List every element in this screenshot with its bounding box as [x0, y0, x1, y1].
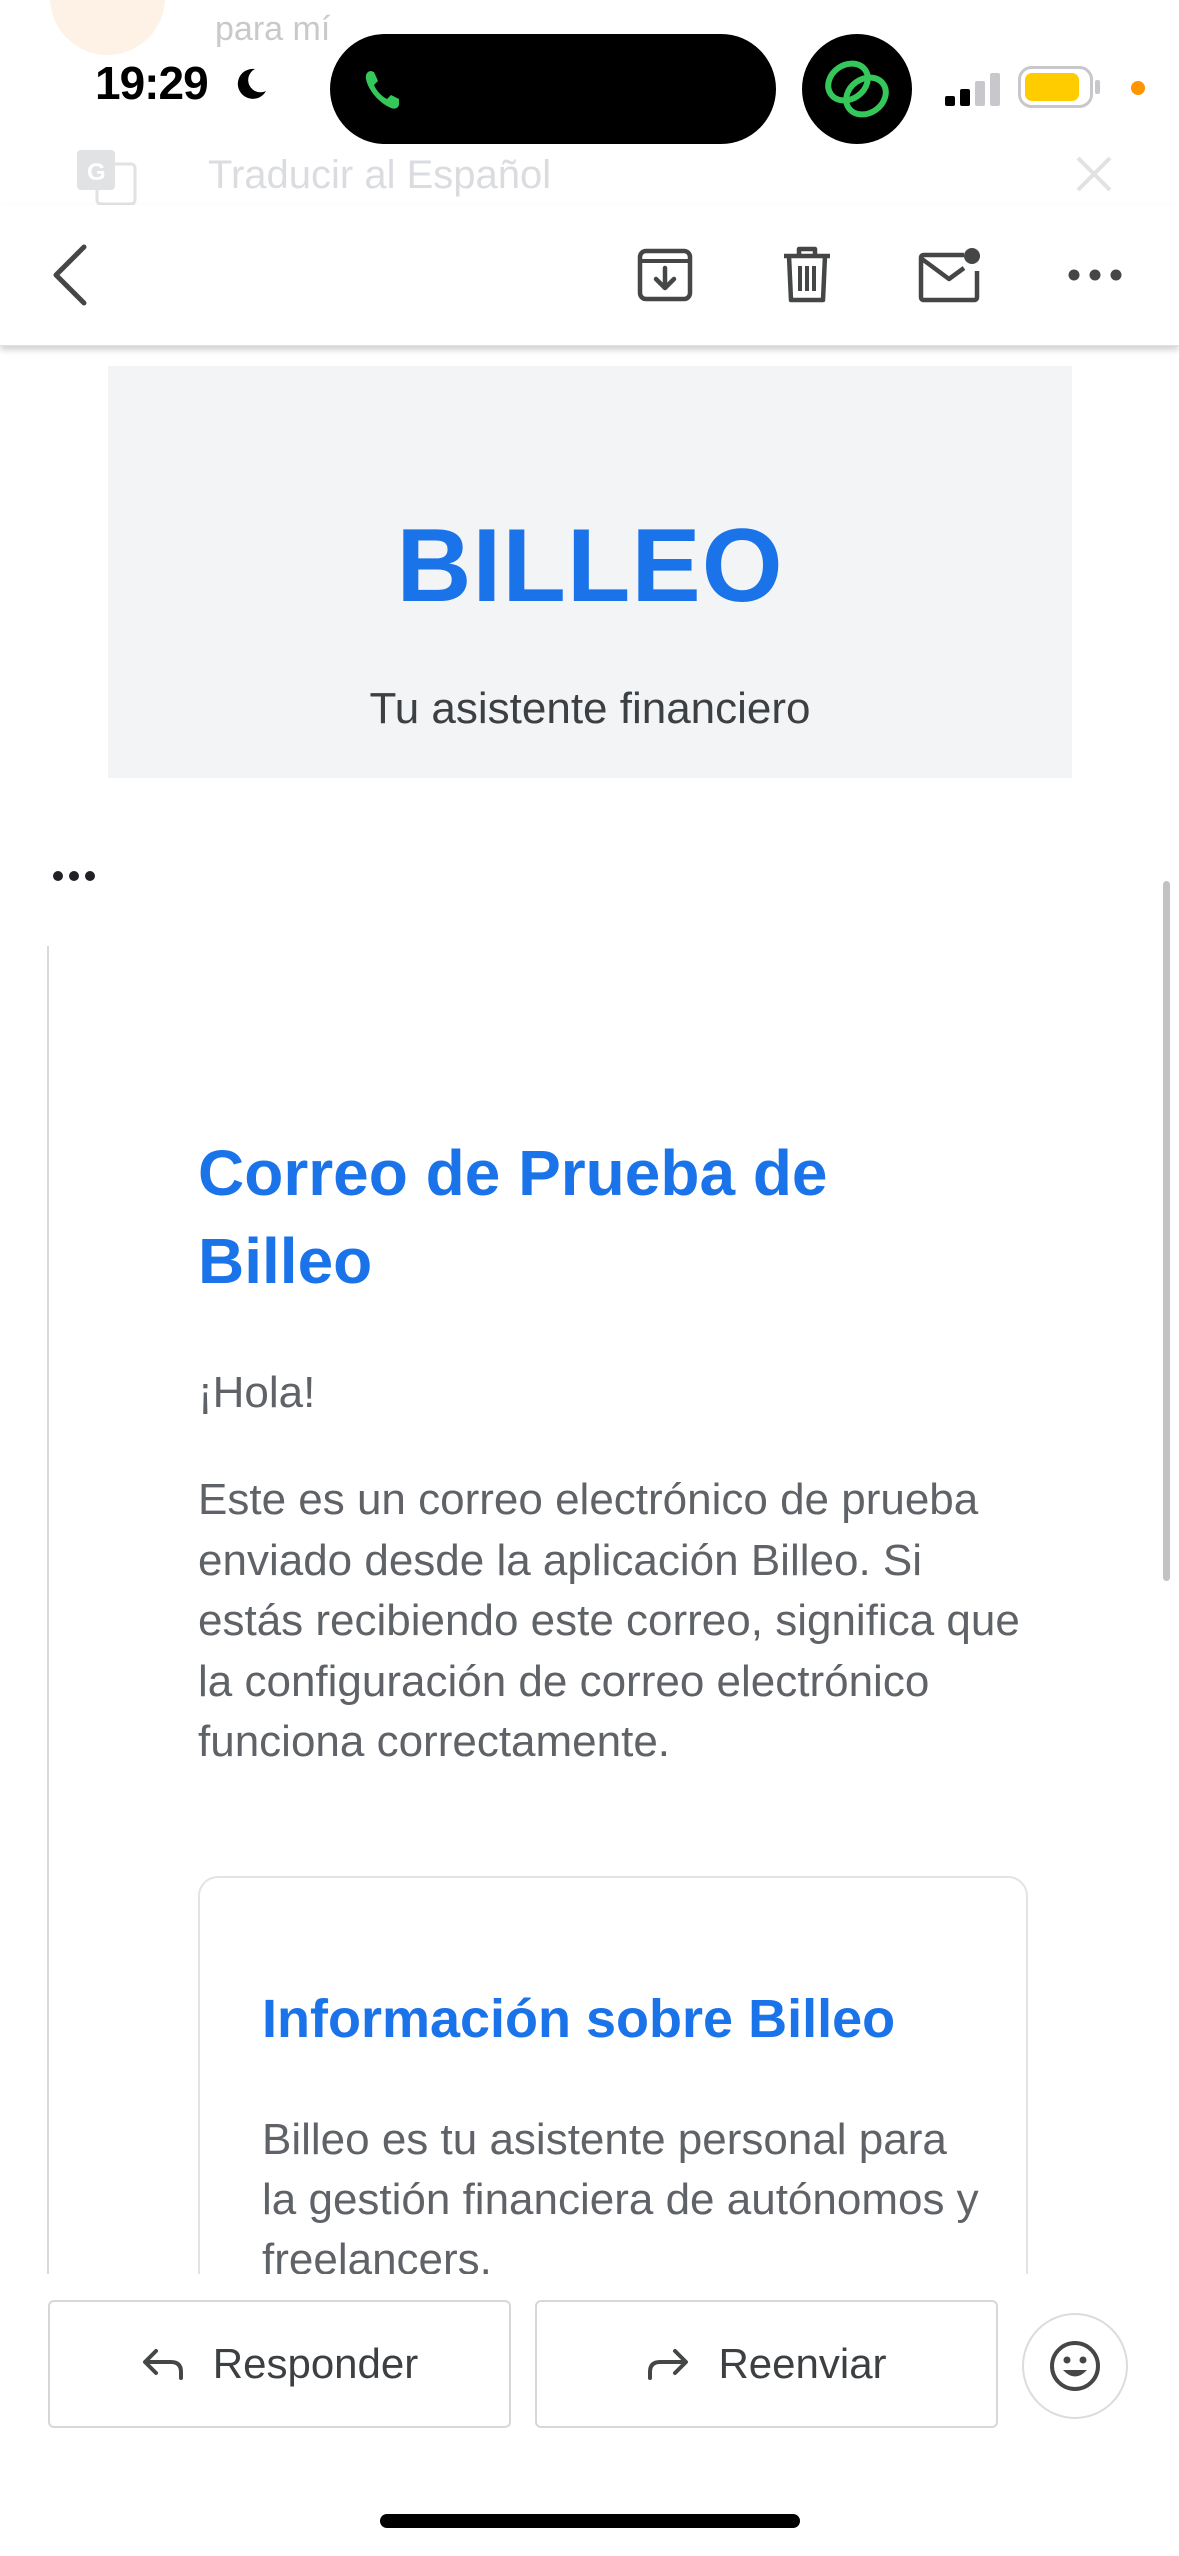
status-bar: para mí 19:29: [0, 0, 1179, 150]
forward-arrow-icon: [648, 2349, 689, 2380]
reply-button[interactable]: Responder: [48, 2300, 511, 2428]
trash-icon: [784, 246, 830, 303]
emoji-reaction-button[interactable]: [1022, 2313, 1128, 2419]
mail-unread-icon: [918, 248, 980, 303]
more-horizontal-icon: [1068, 269, 1122, 281]
brand-logo-text: BILLEO: [396, 508, 784, 624]
scrollbar-thumb[interactable]: [1163, 881, 1170, 1581]
email-brand-header: BILLEO Tu asistente financiero: [108, 366, 1072, 778]
recipient-peek-text: para mí: [215, 10, 331, 48]
mark-unread-button[interactable]: [910, 205, 990, 345]
close-icon[interactable]: [1072, 152, 1116, 196]
translate-banner[interactable]: [0, 145, 1179, 205]
email-body-paragraph: Este es un correo electrónico de prueba …: [198, 1475, 1020, 1766]
archive-icon: [637, 248, 693, 302]
sender-avatar: [50, 0, 165, 55]
svg-text:G: G: [87, 159, 106, 186]
link-rings-icon: [825, 60, 889, 118]
back-button[interactable]: [30, 205, 110, 345]
phone-call-icon: [365, 71, 399, 109]
translate-banner-label[interactable]: Traducir al Español: [208, 153, 551, 198]
status-time: 19:29: [95, 57, 209, 109]
info-card-text: Billeo es tu asistente personal para la …: [262, 2115, 979, 2274]
more-button[interactable]: [1055, 205, 1135, 345]
google-translate-icon: G: [77, 150, 137, 206]
reply-button-label: Responder: [212, 2340, 419, 2387]
privacy-indicator-dot: [1131, 81, 1145, 95]
quoted-content-divider: [47, 946, 49, 2274]
emoji-smile-icon: [1050, 2341, 1100, 2391]
email-heading: Correo de Prueba de Billeo: [198, 1137, 828, 1297]
brand-tagline: Tu asistente financiero: [369, 684, 811, 733]
battery-icon: [1018, 66, 1100, 108]
show-trimmed-content-icon[interactable]: [50, 861, 110, 891]
email-body[interactable]: BILLEO Tu asistente financiero Correo de…: [0, 346, 1179, 2274]
info-card-title: Información sobre Billeo: [262, 1989, 896, 2049]
moon-icon: [237, 68, 266, 99]
email-greeting: ¡Hola!: [198, 1368, 316, 1417]
info-card: Información sobre Billeo Billeo es tu as…: [198, 1876, 1028, 2274]
message-toolbar: [0, 205, 1179, 346]
cellular-signal-icon: [945, 73, 1000, 106]
chevron-left-icon: [53, 244, 87, 306]
archive-button[interactable]: [625, 205, 705, 345]
home-indicator[interactable]: [380, 2514, 800, 2528]
forward-button-label: Reenviar: [718, 2340, 887, 2387]
delete-button[interactable]: [767, 205, 847, 345]
forward-button[interactable]: Reenviar: [535, 2300, 998, 2428]
reply-arrow-icon: [142, 2349, 183, 2380]
